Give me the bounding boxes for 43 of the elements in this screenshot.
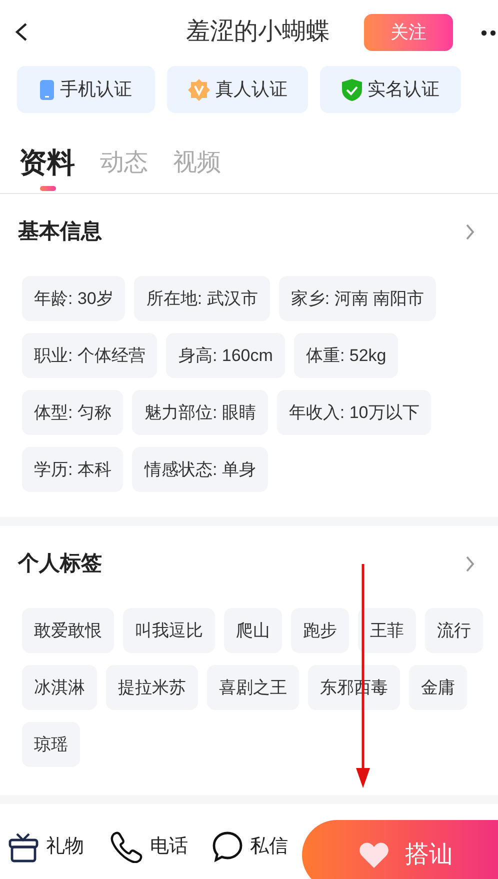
profile-tag: 王菲 (358, 608, 416, 653)
profile-tag: 年龄: 30岁 (22, 276, 126, 321)
chevron-right-icon[interactable] (466, 556, 474, 572)
profile-tag: 提拉米苏 (106, 665, 198, 710)
profile-tag: 流行 (425, 608, 483, 653)
profile-tab[interactable]: 资料 (19, 133, 75, 193)
profile-tag: 所在地: 武汉市 (134, 276, 270, 321)
verification-label: 实名认证 (368, 78, 440, 101)
profile-tag: 爬山 (224, 608, 282, 653)
profile-tag: 情感状态: 单身 (132, 447, 268, 492)
gift-icon (8, 832, 39, 862)
badge-icon (188, 78, 210, 100)
profile-tag: 体重: 52kg (294, 333, 398, 378)
bottom-action-button[interactable]: 电话 (110, 831, 188, 863)
profile-tag: 体型: 匀称 (22, 390, 124, 435)
profile-tag: 跑步 (291, 608, 349, 653)
verification-label: 手机认证 (60, 78, 132, 101)
section-title: 基本信息 (18, 219, 102, 246)
phone-icon (40, 80, 54, 100)
profile-name: 羞涩的小蝴蝶 (186, 17, 330, 47)
profile-tag: 年收入: 10万以下 (276, 390, 432, 435)
chat-bubble-icon (212, 831, 243, 863)
phone-icon (110, 831, 143, 863)
bottom-action-button[interactable]: 私信 (212, 831, 288, 863)
profile-tag: 喜剧之王 (207, 665, 299, 710)
heart-icon (359, 842, 389, 868)
chevron-right-icon[interactable] (466, 224, 474, 240)
profile-tag: 叫我逗比 (123, 608, 215, 653)
back-icon[interactable] (14, 22, 28, 42)
profile-tag: 冰淇淋 (22, 665, 97, 710)
profile-tag: 学历: 本科 (22, 447, 124, 492)
profile-tag: 魅力部位: 眼睛 (132, 390, 268, 435)
profile-tag: 身高: 160cm (166, 333, 285, 378)
profile-tag: 家乡: 河南 南阳市 (278, 276, 436, 321)
profile-tag: 职业: 个体经营 (22, 333, 158, 378)
shield-check-icon (342, 78, 362, 100)
profile-tag: 敢爱敢恨 (22, 608, 114, 653)
section-title: 个人标签 (18, 551, 102, 578)
more-icon[interactable] (481, 30, 498, 36)
profile-tag: 琼瑶 (22, 722, 80, 767)
bottom-action-button[interactable]: 礼物 (8, 832, 84, 862)
verification-label: 真人认证 (216, 78, 288, 101)
profile-tag: 金庸 (409, 665, 467, 710)
